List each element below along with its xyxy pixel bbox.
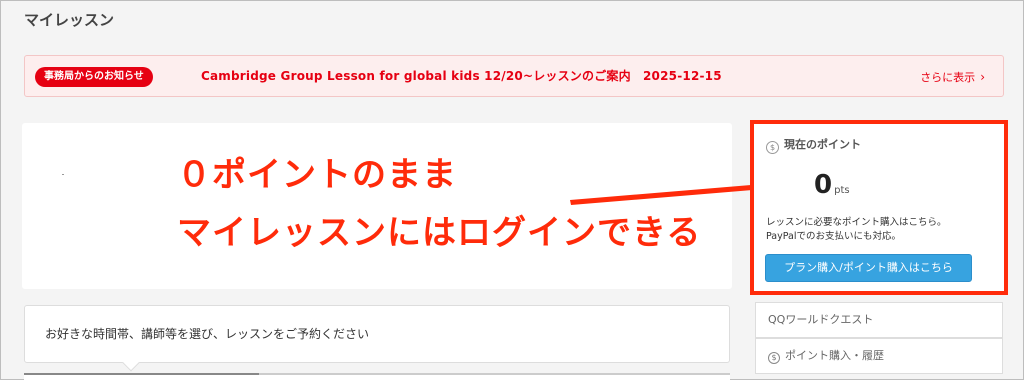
points-value: 0 pts — [814, 170, 850, 200]
reservation-prompt-box: お好きな時間帯、講師等を選び、レッスンをご予約ください — [24, 305, 730, 372]
placeholder-dot — [62, 174, 64, 175]
points-heading-label: 現在のポイント — [784, 138, 861, 151]
points-unit: pts — [834, 185, 850, 196]
sidebar-item-point-purchase[interactable]: $ ポイント購入・履歴 — [755, 338, 1003, 374]
coin-icon: $ — [766, 141, 779, 154]
points-number: 0 — [814, 170, 833, 200]
tab-2[interactable] — [259, 373, 494, 380]
notice-more-link[interactable]: さらに表示 › — [920, 69, 985, 85]
notice-more-label: さらに表示 — [920, 71, 976, 84]
points-desc-line-1: レッスンに必要なポイント購入はこちら。 — [766, 217, 947, 228]
sidebar-item-label: QQワールドクエスト — [768, 313, 874, 326]
yen-coin-icon: $ — [768, 352, 780, 364]
notice-badge: 事務局からのお知らせ — [35, 67, 153, 87]
chevron-right-icon: › — [980, 70, 985, 84]
page-title: マイレッスン — [24, 11, 115, 29]
annotation-line-1: ０ポイントのまま — [177, 155, 457, 195]
notice-link[interactable]: Cambridge Group Lesson for global kids 1… — [201, 67, 722, 84]
reservation-prompt: お好きな時間帯、講師等を選び、レッスンをご予約ください — [45, 327, 370, 341]
tab-3[interactable] — [494, 373, 730, 380]
sidebar-item-qq-world-quest[interactable]: QQワールドクエスト — [755, 302, 1003, 338]
sidebar-item-label: ポイント購入・履歴 — [785, 349, 884, 362]
current-points-panel: $ 現在のポイント 0 pts レッスンに必要なポイント購入はこちら。 PayPal… — [750, 120, 1008, 295]
points-heading: $ 現在のポイント — [766, 136, 861, 154]
points-desc-line-2: PayPalでのお支払いにも対応。 — [766, 231, 902, 242]
buy-points-button[interactable]: プラン購入/ポイント購入はこちら — [765, 254, 972, 282]
notice-banner[interactable]: 事務局からのお知らせ Cambridge Group Lesson for gl… — [24, 55, 1004, 97]
tab-1[interactable] — [24, 373, 259, 380]
caret-down-icon — [122, 354, 140, 372]
points-description: レッスンに必要なポイント購入はこちら。 PayPalでのお支払いにも対応。 — [766, 216, 947, 244]
